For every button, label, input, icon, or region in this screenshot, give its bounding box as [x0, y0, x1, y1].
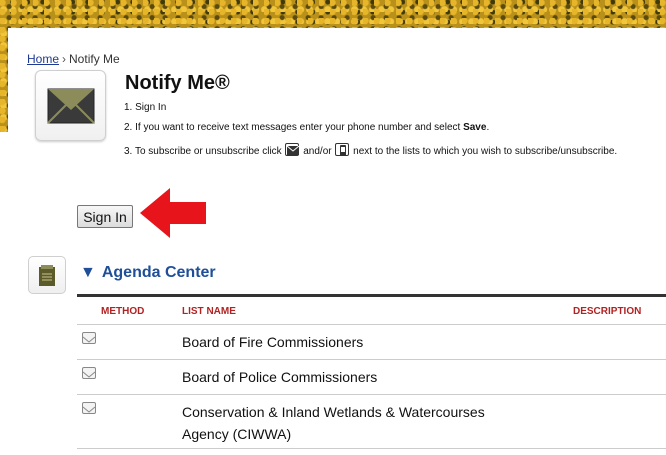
- instructions: 1. Sign In 2. If you want to receive tex…: [124, 100, 617, 164]
- step-3-and-or: and/or: [300, 146, 335, 157]
- envelope-icon[interactable]: [82, 367, 96, 379]
- red-arrow-icon: [140, 188, 206, 238]
- list-name: Board of Police Commissioners: [182, 369, 378, 385]
- table-row: Board of Police Commissioners: [77, 360, 666, 395]
- step-2: 2. If you want to receive text messages …: [124, 120, 617, 140]
- page-title: Notify Me®: [125, 72, 230, 94]
- step-2-save-word: Save: [463, 122, 487, 133]
- table-row: Conservation & Inland Wetlands & Waterco…: [77, 395, 666, 449]
- phone-icon: [335, 142, 350, 156]
- breadcrumb-current: Notify Me: [69, 52, 120, 66]
- step-1: 1. Sign In: [124, 102, 167, 113]
- section-title: Agenda Center: [101, 264, 216, 281]
- step-3-text-end: next to the lists to which you wish to s…: [350, 146, 618, 157]
- step-3: 3. To subscribe or unsubscribe click and…: [124, 142, 618, 164]
- step-2-text: 2. If you want to receive text messages …: [124, 122, 464, 133]
- table-row: Board of Fire Commissioners: [77, 325, 666, 360]
- header-description: DESCRIPTION: [573, 306, 642, 317]
- main-content: Home › Notify Me Notify Me® 1. Sign In 2. …: [8, 28, 666, 455]
- list-name: Conservation & Inland Wetlands & Waterco…: [182, 401, 485, 445]
- breadcrumb: Home › Notify Me: [27, 52, 120, 66]
- list-name: Board of Fire Commissioners: [182, 334, 364, 350]
- expand-triangle-icon: ▼: [80, 264, 96, 281]
- breadcrumb-home-link[interactable]: Home: [27, 52, 59, 66]
- notepad-icon: [28, 256, 66, 294]
- list-name-line-1: Conservation & Inland Wetlands & Waterco…: [182, 404, 485, 420]
- envelope-icon: [285, 142, 300, 156]
- sign-in-button[interactable]: Sign In: [77, 205, 133, 228]
- breadcrumb-separator: ›: [62, 52, 67, 66]
- subscription-table: METHOD LIST NAME DESCRIPTION Board of Fi…: [77, 297, 666, 449]
- table-header: METHOD LIST NAME DESCRIPTION: [77, 297, 666, 325]
- envelope-icon[interactable]: [82, 402, 96, 414]
- envelope-icon[interactable]: [82, 332, 96, 344]
- notify-me-envelope-icon: [35, 70, 106, 141]
- list-name-line-2: Agency (CIWWA): [182, 426, 292, 442]
- step-3-text: 3. To subscribe or unsubscribe click: [124, 146, 285, 157]
- agenda-center-toggle[interactable]: ▼ Agenda Center: [80, 264, 216, 282]
- header-method: METHOD: [101, 306, 145, 317]
- step-2-period: .: [486, 122, 490, 133]
- header-list-name: LIST NAME: [182, 306, 236, 317]
